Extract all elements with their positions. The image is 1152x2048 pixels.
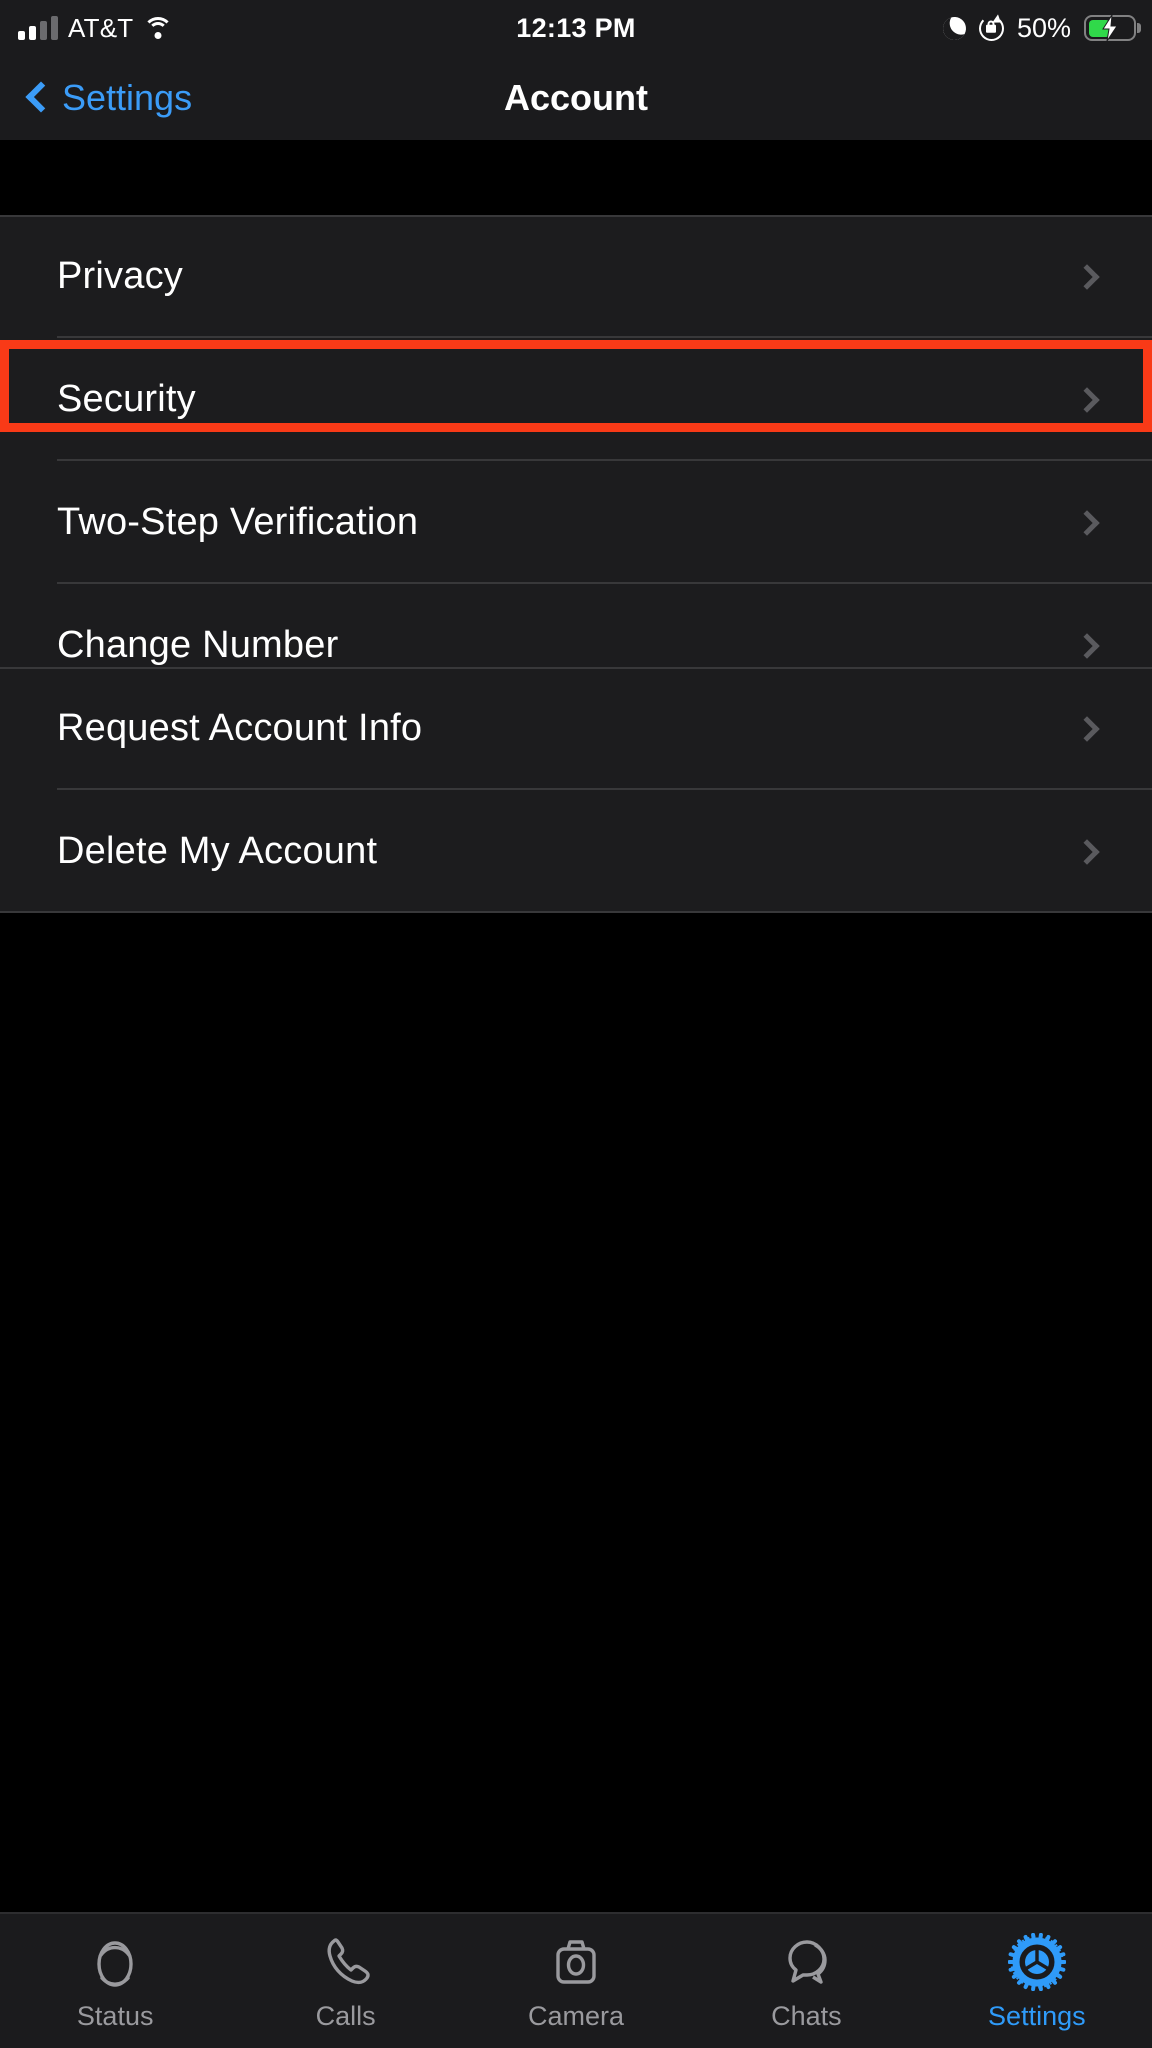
tab-bar: Status Calls Camera Chats Settings [0, 1912, 1152, 2048]
tab-label: Chats [771, 2000, 842, 2031]
list-item-request-account-info[interactable]: Request Account Info [0, 667, 1152, 790]
rotation-lock-icon [978, 13, 1004, 41]
gear-icon [1007, 1931, 1066, 1993]
chevron-right-icon [1074, 386, 1100, 413]
camera-icon [547, 1931, 605, 1993]
tab-chats[interactable]: Chats [691, 1914, 921, 2048]
status-bar: AT&T 12:13 PM 50% [0, 0, 1152, 56]
list-item-label: Delete My Account [57, 830, 378, 872]
tab-label: Camera [528, 2000, 625, 2031]
chevron-right-icon [1074, 715, 1100, 742]
tab-label: Calls [315, 2000, 376, 2031]
charging-bolt-icon [1101, 15, 1119, 41]
list-item-label: Security [57, 378, 196, 420]
chat-bubbles-icon [777, 1931, 835, 1993]
list-item-label: Privacy [57, 255, 183, 297]
settings-group-account: Privacy Security Two-Step Verification C… [0, 215, 1152, 707]
group-bottom-divider [0, 911, 1152, 913]
page-title: Account [504, 77, 648, 118]
list-item-delete-my-account[interactable]: Delete My Account [0, 790, 1152, 913]
battery-icon [1084, 15, 1136, 41]
battery-percent-label: 50% [1016, 12, 1071, 43]
tab-status[interactable]: Status [0, 1914, 230, 2048]
phone-screen: AT&T 12:13 PM 50% Settings Account Priva… [0, 0, 1152, 2048]
chevron-right-icon [1074, 263, 1100, 290]
tab-label: Status [76, 2000, 154, 2031]
moon-icon [939, 13, 969, 43]
list-item-label: Change Number [57, 624, 339, 666]
status-ring-icon [86, 1931, 144, 1993]
phone-icon [317, 1931, 375, 1993]
tab-label: Settings [988, 2000, 1086, 2031]
list-item-label: Request Account Info [57, 707, 423, 749]
list-item-label: Two-Step Verification [57, 501, 419, 543]
tab-settings[interactable]: Settings [922, 1914, 1152, 2048]
navigation-bar: Settings Account [0, 56, 1152, 140]
tab-camera[interactable]: Camera [461, 1914, 691, 2048]
settings-list: Privacy Security Two-Step Verification C… [0, 140, 1152, 1912]
list-item-security[interactable]: Security [0, 338, 1152, 461]
tab-calls[interactable]: Calls [230, 1914, 460, 2048]
chevron-right-icon [1074, 838, 1100, 865]
status-bar-right: 50% [939, 0, 1136, 56]
list-item-two-step-verification[interactable]: Two-Step Verification [0, 461, 1152, 584]
list-item-privacy[interactable]: Privacy [0, 215, 1152, 338]
chevron-right-icon [1074, 632, 1100, 659]
settings-group-data: Request Account Info Delete My Account [0, 667, 1152, 913]
chevron-right-icon [1074, 509, 1100, 536]
